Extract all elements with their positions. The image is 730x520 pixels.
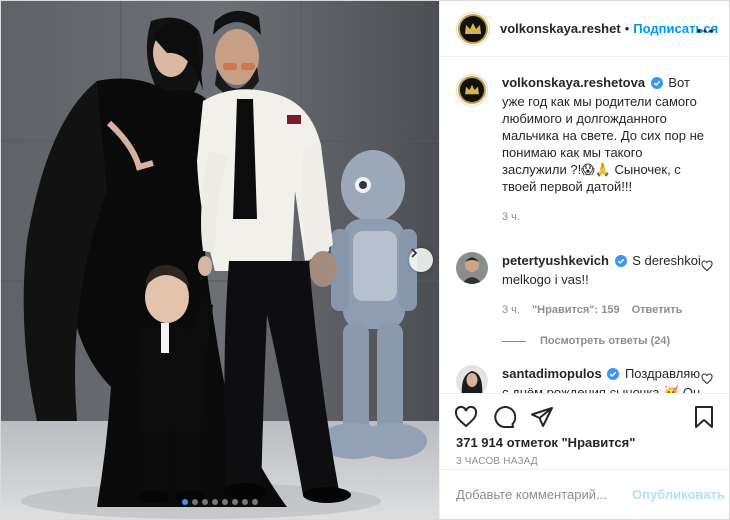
carousel-dot (212, 499, 218, 505)
carousel-indicator (1, 499, 439, 505)
comment-username[interactable]: petertyushkevich (502, 253, 609, 268)
more-options-icon[interactable] (697, 21, 713, 36)
carousel-next-button[interactable] (409, 248, 433, 272)
comment-bubble-icon[interactable] (492, 405, 517, 432)
post-actions: 371 914 отметок "Нравится" 3 ЧАСОВ НАЗАД… (440, 393, 729, 519)
comment-time[interactable]: 3 ч. (502, 302, 520, 319)
reply-button[interactable]: Ответить (632, 302, 683, 319)
carousel-dot (222, 499, 228, 505)
caption: volkonskaya.reshetova Вот уже год как мы… (456, 74, 713, 226)
carousel-dot (232, 499, 238, 505)
post-timestamp[interactable]: 3 ЧАСОВ НАЗАД (440, 452, 729, 467)
comment-username[interactable]: santadimopulos (502, 366, 602, 381)
header-username[interactable]: volkonskaya.reshet (500, 21, 621, 36)
caption-body: volkonskaya.reshetova Вот уже год как мы… (502, 74, 708, 226)
comment-likes[interactable]: "Нравится": 159 (532, 302, 620, 319)
caption-username[interactable]: volkonskaya.reshetova (502, 75, 645, 90)
caption-text: Вот уже год как мы родители самого любим… (502, 75, 705, 194)
caption-time[interactable]: 3 ч. (502, 209, 520, 226)
comment-avatar[interactable] (456, 365, 488, 393)
crown-logo-icon (458, 13, 488, 44)
carousel-dot (182, 499, 188, 505)
post-header: volkonskaya.reshet • Подписаться (440, 1, 729, 57)
carousel-dot (192, 499, 198, 505)
action-icons (440, 394, 729, 434)
verified-badge-icon (614, 254, 627, 271)
family-photo-illustration (1, 1, 439, 519)
comment-avatar[interactable] (456, 252, 488, 284)
carousel-dot (252, 499, 258, 505)
share-send-icon[interactable] (530, 405, 554, 432)
likes-count[interactable]: 371 914 отметок "Нравится" (440, 434, 729, 452)
like-heart-icon[interactable] (454, 405, 478, 432)
view-replies-label: Посмотреть ответы (24) (540, 335, 671, 347)
comment-input[interactable] (456, 487, 632, 502)
caption-avatar[interactable] (456, 74, 488, 106)
comment-item: petertyushkevich S dereshkoi melkogo i v… (456, 252, 713, 319)
comment-body: petertyushkevich S dereshkoi melkogo i v… (502, 252, 708, 319)
heart-icon[interactable] (701, 373, 713, 388)
comment-item: santadimopulos Поздравляю с днём рождени… (456, 365, 713, 393)
add-comment-bar: Опубликовать (440, 469, 729, 519)
carousel-dot (242, 499, 248, 505)
post-side-panel: volkonskaya.reshet • Подписаться volkons… (439, 1, 729, 519)
crown-logo-icon (458, 76, 486, 104)
heart-icon[interactable] (701, 260, 713, 275)
avatar[interactable] (456, 11, 490, 46)
chevron-right-icon (411, 248, 418, 258)
bookmark-icon[interactable] (693, 405, 715, 432)
replies-divider (502, 340, 526, 342)
instagram-post: volkonskaya.reshet • Подписаться volkons… (0, 0, 730, 520)
comments-list: volkonskaya.reshetova Вот уже год как мы… (440, 58, 729, 393)
header-separator: • (624, 21, 630, 36)
carousel-dot (202, 499, 208, 505)
verified-badge-icon (650, 76, 663, 93)
verified-badge-icon (607, 367, 620, 384)
comment-body: santadimopulos Поздравляю с днём рождени… (502, 365, 708, 393)
post-photo[interactable] (1, 1, 439, 519)
view-replies-button[interactable]: Посмотреть ответы (24) (502, 335, 713, 347)
publish-button[interactable]: Опубликовать (632, 487, 725, 502)
